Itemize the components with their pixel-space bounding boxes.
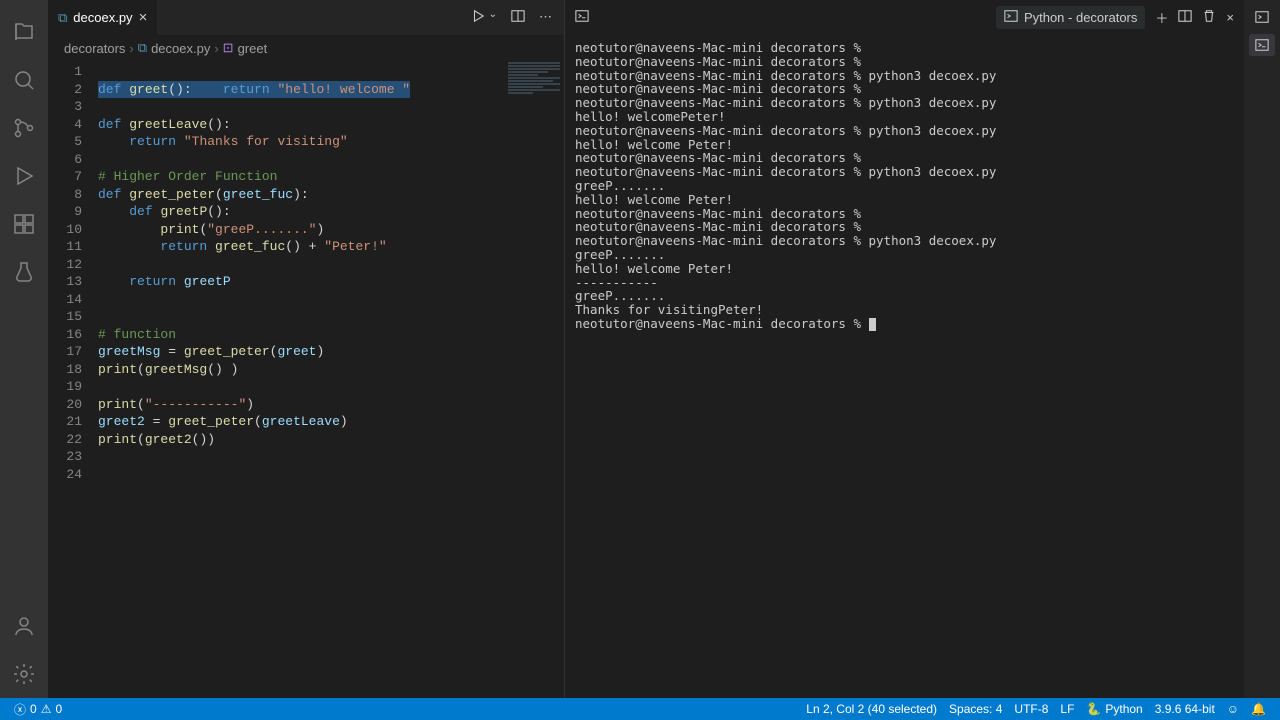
warning-icon: ⚠ (41, 702, 52, 716)
status-encoding[interactable]: UTF-8 (1008, 702, 1054, 716)
chevron-right-icon: › (214, 41, 218, 56)
extensions-icon[interactable] (0, 200, 48, 248)
activity-bar (0, 0, 48, 698)
explorer-icon[interactable] (0, 8, 48, 56)
status-notifications-icon[interactable]: 🔔 (1245, 702, 1272, 716)
terminal-tab-bar: Python - decorators ＋ × (565, 0, 1244, 35)
split-terminal-icon[interactable] (1178, 9, 1192, 26)
code-content[interactable]: def greet(): return "hello! welcome " de… (98, 61, 564, 698)
run-debug-icon[interactable] (0, 152, 48, 200)
status-bar: ⓧ 0 ⚠ 0 Ln 2, Col 2 (40 selected) Spaces… (0, 698, 1280, 720)
breadcrumb-symbol[interactable]: greet (238, 41, 268, 56)
testing-icon[interactable] (0, 248, 48, 296)
tab-filename: decoex.py (73, 10, 132, 25)
python-file-icon: ⧉ (58, 10, 67, 26)
run-file-icon[interactable] (471, 9, 485, 26)
error-icon: ⓧ (14, 701, 26, 718)
breadcrumb-file[interactable]: decoex.py (151, 41, 210, 56)
status-cursor[interactable]: Ln 2, Col 2 (40 selected) (800, 702, 943, 716)
terminal-panel: Python - decorators ＋ × neotutor@naveens… (564, 0, 1244, 698)
status-eol[interactable]: LF (1054, 702, 1080, 716)
search-icon[interactable] (0, 56, 48, 104)
source-control-icon[interactable] (0, 104, 48, 152)
split-editor-icon[interactable] (511, 9, 525, 26)
python-file-icon: ⧉ (138, 40, 147, 56)
tab-bar: ⧉ decoex.py × ⌄ ⋯ (48, 0, 564, 35)
terminal-label-text: Python - decorators (1024, 10, 1137, 25)
line-gutter: 123456789101112131415161718192021222324 (48, 61, 98, 698)
status-feedback-icon[interactable]: ☺ (1221, 702, 1245, 716)
panel-terminal-icon[interactable] (1249, 6, 1275, 28)
terminal-shell-label[interactable]: Python - decorators (996, 6, 1145, 29)
settings-gear-icon[interactable] (0, 650, 48, 698)
status-interpreter[interactable]: 3.9.6 64-bit (1149, 702, 1221, 716)
minimap[interactable] (504, 61, 564, 698)
close-tab-icon[interactable]: × (139, 9, 148, 26)
terminal-output[interactable]: neotutor@naveens-Mac-mini decorators %ne… (565, 35, 1244, 698)
code-editor[interactable]: 123456789101112131415161718192021222324 … (48, 61, 564, 698)
status-spaces[interactable]: Spaces: 4 (943, 702, 1008, 716)
breadcrumb-folder[interactable]: decorators (64, 41, 125, 56)
new-terminal-icon[interactable]: ＋ (1155, 8, 1168, 27)
panel-sidebar (1244, 0, 1280, 698)
status-errors[interactable]: ⓧ 0 ⚠ 0 (8, 698, 68, 720)
editor-actions: ⌄ ⋯ (471, 9, 564, 26)
accounts-icon[interactable] (0, 602, 48, 650)
run-dropdown-icon[interactable]: ⌄ (489, 9, 497, 26)
tab-decoex[interactable]: ⧉ decoex.py × (48, 0, 158, 35)
close-panel-icon[interactable]: × (1226, 10, 1234, 25)
panel-terminal-active-icon[interactable] (1249, 34, 1275, 56)
terminal-shell-icon (1004, 9, 1018, 26)
python-lang-icon: 🐍 (1086, 702, 1101, 716)
status-language[interactable]: 🐍Python (1080, 702, 1148, 716)
terminal-icon[interactable] (575, 9, 589, 26)
more-actions-icon[interactable]: ⋯ (539, 9, 552, 26)
editor-group: ⧉ decoex.py × ⌄ ⋯ decorators › ⧉ decoex.… (48, 0, 564, 698)
breadcrumbs[interactable]: decorators › ⧉ decoex.py › ⊡ greet (48, 35, 564, 61)
chevron-right-icon: › (129, 41, 133, 56)
kill-terminal-icon[interactable] (1202, 9, 1216, 26)
method-icon: ⊡ (223, 40, 234, 56)
